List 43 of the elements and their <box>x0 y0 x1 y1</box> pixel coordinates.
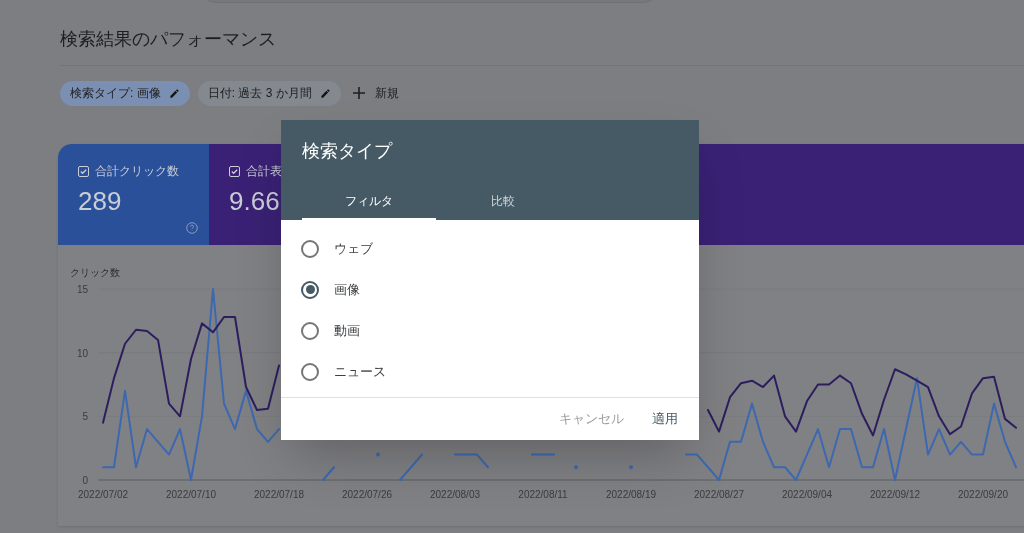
help-icon[interactable] <box>186 222 198 234</box>
radio-button[interactable] <box>301 321 319 340</box>
metric-value: 9.66 <box>229 185 280 218</box>
pencil-icon <box>319 87 331 99</box>
y-tick-label: 15 <box>76 284 88 295</box>
x-tick-label: 2022/08/27 <box>693 489 745 500</box>
plus-icon <box>352 87 365 99</box>
x-tick-label: 2022/08/11 <box>518 489 568 500</box>
x-tick-label: 2022/08/03 <box>429 489 481 500</box>
metric-label: 合計表 <box>246 163 282 180</box>
radio-button[interactable] <box>301 239 319 258</box>
checkbox[interactable] <box>229 165 240 177</box>
radio-option[interactable]: 動画 <box>301 310 679 351</box>
radio-button[interactable] <box>301 362 319 381</box>
x-tick-label: 2022/09/04 <box>781 489 833 500</box>
radio-option[interactable]: ウェブ <box>301 228 679 269</box>
radio-option[interactable]: ニュース <box>301 351 679 392</box>
filter-chip[interactable]: 日付: 過去 3 か月間 <box>197 80 341 106</box>
y-tick-label: 5 <box>82 411 88 423</box>
x-tick-label: 2022/09/12 <box>869 489 921 500</box>
tab[interactable]: 比較 <box>436 183 570 220</box>
pencil-icon <box>168 87 180 99</box>
page-title: 検索結果のパフォーマンス <box>60 28 277 51</box>
y-tick-label: 10 <box>76 347 88 359</box>
x-tick-label: 2022/07/18 <box>253 489 305 500</box>
x-tick-label: 2022/07/02 <box>77 489 129 500</box>
dialog-title: 検索タイプ <box>302 140 394 163</box>
metric-tile[interactable]: 合計クリック数 289 <box>58 144 209 245</box>
checkbox[interactable] <box>78 165 89 177</box>
new-filter-button[interactable]: 新規 <box>352 84 399 102</box>
x-tick-label: 2022/08/19 <box>605 489 657 500</box>
y-axis-label: クリック数 <box>70 267 120 278</box>
x-tick-label: 2022/09/20 <box>957 489 1009 500</box>
x-tick-label: 2022/07/26 <box>341 489 393 500</box>
filter-chip[interactable]: 検索タイプ: 画像 <box>60 80 190 106</box>
tab[interactable]: フィルタ <box>302 183 436 220</box>
radio-button[interactable] <box>301 280 319 299</box>
y-tick-label: 0 <box>82 475 88 486</box>
apply-button[interactable]: 適用 <box>652 409 678 429</box>
x-tick-label: 2022/07/10 <box>165 489 217 500</box>
radio-option[interactable]: 画像 <box>301 269 679 310</box>
metric-value: 289 <box>78 185 122 218</box>
metric-label: 合計クリック数 <box>95 163 179 180</box>
